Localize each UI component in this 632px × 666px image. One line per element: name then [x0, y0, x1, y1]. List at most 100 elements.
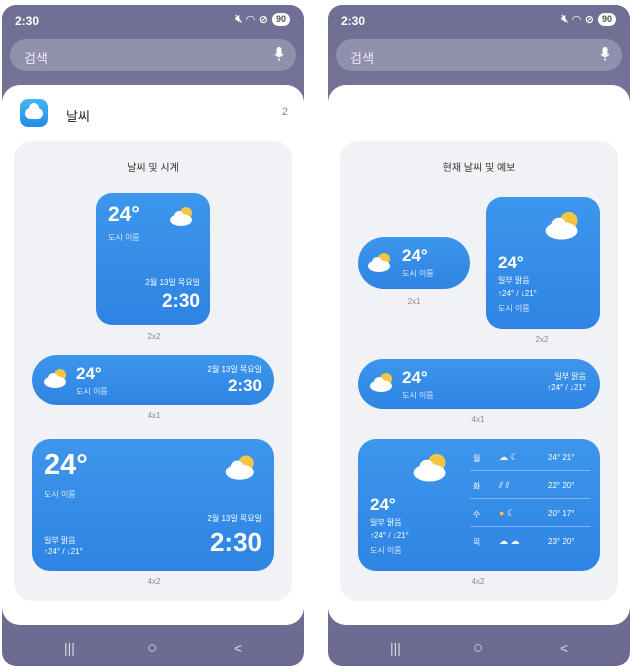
- app-header[interactable]: 날씨 2: [14, 95, 292, 131]
- widget-sheet: 현재 날씨 및 예보 24° 도시 이름 2x1 24° 일부 맑음 ↑24° …: [328, 85, 630, 625]
- widget-current-4x1[interactable]: 24° 도시 이름 일부 맑음 ↑24° / ↓21°: [358, 359, 600, 409]
- cloudy-icon: ☁︎ ☁︎: [499, 536, 520, 546]
- widget-weather-clock-2x2[interactable]: 24° 도시 이름 2월 13일 목요일 2:30: [96, 193, 210, 325]
- widget-sheet: 날씨 2 날씨 및 시계 24° 도시 이름 2월 13일 목요일 2:30 2…: [2, 85, 304, 625]
- widget-current-2x2[interactable]: 24° 일부 맑음 ↑24° / ↓21° 도시 이름: [486, 197, 600, 329]
- search-bar[interactable]: 검색: [336, 39, 622, 71]
- temperature: 24°: [402, 246, 428, 265]
- battery-indicator: 90: [271, 13, 290, 26]
- forecast-day: 목: [473, 538, 481, 547]
- panel-title: 현재 날씨 및 예보: [442, 163, 516, 174]
- widget-panel-current-forecast: 현재 날씨 및 예보 24° 도시 이름 2x1 24° 일부 맑음 ↑24° …: [340, 141, 618, 601]
- widget-weather-clock-4x1[interactable]: 24° 도시 이름 2월 13일 목요일 2:30: [32, 355, 274, 405]
- condition-label: 일부 맑음: [554, 372, 586, 381]
- partly-cloudy-icon: [44, 369, 66, 388]
- forecast-temps: 24° 21°: [548, 453, 575, 462]
- forecast-row: 월 ☁︎ ☾ 24° 21°: [473, 452, 593, 467]
- size-label-4x2: 4x2: [147, 577, 161, 586]
- clock-time: 2:30: [209, 527, 262, 557]
- battery-indicator: 90: [597, 13, 616, 26]
- forecast-temps: 23° 20°: [548, 537, 575, 546]
- divider: [470, 470, 590, 471]
- temperature: 24°: [402, 368, 428, 387]
- partly-cloudy-icon: [545, 211, 578, 240]
- partly-cloudy-icon: [170, 207, 192, 226]
- temperature: 24°: [76, 364, 102, 383]
- navigation-bar: ||| ○ <: [328, 630, 630, 666]
- navigation-bar: ||| ○ <: [2, 630, 304, 666]
- microphone-icon[interactable]: [600, 47, 610, 62]
- temperature: 24°: [498, 253, 524, 272]
- hi-lo-label: ↑24° / ↓21°: [370, 531, 409, 540]
- panel-title: 날씨 및 시계: [127, 163, 179, 174]
- widget-weather-clock-4x2[interactable]: 24° 도시 이름 일부 맑음 ↑24° / ↓21° 2월 13일 목요일 2…: [32, 439, 274, 571]
- weather-app-icon: [20, 99, 48, 127]
- forecast-row: 화 ⫽ ⫽ 22° 20°: [473, 480, 593, 495]
- size-label-2x1: 2x1: [407, 297, 421, 306]
- mute-icon: 🔇︎: [561, 13, 569, 25]
- search-bar[interactable]: 검색: [10, 39, 296, 71]
- partly-cloudy-icon: [368, 253, 390, 272]
- divider: [470, 498, 590, 499]
- date-label: 2월 13일 목요일: [207, 514, 262, 523]
- divider: [470, 526, 590, 527]
- temperature: 24°: [370, 495, 396, 514]
- dnd-icon: ⊘: [258, 14, 268, 26]
- condition-label: 일부 맑음: [498, 276, 530, 285]
- forecast-temps: 20° 17°: [548, 509, 575, 518]
- clock-time: 2:30: [227, 376, 262, 395]
- back-button[interactable]: <: [560, 640, 568, 656]
- city-name: 도시 이름: [402, 269, 434, 278]
- hi-lo-label: ↑24° / ↓21°: [498, 289, 537, 298]
- dnd-icon: ⊘: [584, 14, 594, 26]
- clock-time: 2:30: [161, 291, 200, 312]
- temperature: 24°: [44, 449, 88, 481]
- recents-button[interactable]: |||: [390, 640, 401, 656]
- microphone-icon[interactable]: [274, 47, 284, 62]
- forecast-temps: 22° 20°: [548, 481, 575, 490]
- partly-cloudy-icon: [413, 453, 446, 482]
- forecast-day: 월: [473, 454, 481, 463]
- city-name: 도시 이름: [44, 490, 76, 499]
- condition-label: 일부 맑음: [44, 536, 76, 545]
- widget-count: 2: [281, 106, 288, 118]
- search-placeholder: 검색: [350, 51, 374, 66]
- app-name: 날씨: [66, 109, 90, 124]
- rain-icon: ⫽ ⫽: [499, 480, 510, 490]
- forecast-day: 수: [473, 510, 481, 519]
- size-label-2x2: 2x2: [535, 335, 549, 344]
- city-name: 도시 이름: [76, 387, 108, 396]
- phone-screen-right: 2:30 🔇︎ ◠ ⊘ 90 검색 현재 날씨 및 예보 24° 도시 이름 2…: [328, 5, 630, 666]
- widget-forecast-4x2[interactable]: 24° 일부 맑음 ↑24° / ↓21° 도시 이름 월 ☁︎ ☾ 24° 2…: [358, 439, 600, 571]
- search-placeholder: 검색: [24, 51, 48, 66]
- city-name: 도시 이름: [402, 391, 434, 400]
- city-name: 도시 이름: [370, 546, 402, 555]
- partly-cloudy-icon: [225, 455, 254, 480]
- size-label-2x2: 2x2: [147, 332, 161, 341]
- date-label: 2월 13일 목요일: [145, 278, 200, 287]
- size-label-4x1: 4x1: [471, 415, 485, 424]
- status-icons: 🔇︎ ◠ ⊘ 90: [561, 13, 616, 26]
- hi-lo-label: ↑24° / ↓21°: [547, 383, 586, 392]
- partly-cloudy-icon: [370, 373, 392, 392]
- size-label-4x1: 4x1: [147, 411, 161, 420]
- mute-icon: 🔇︎: [235, 13, 243, 25]
- widget-current-2x1[interactable]: 24° 도시 이름: [358, 237, 470, 289]
- status-bar: 2:30 🔇︎ ◠ ⊘ 90: [2, 5, 304, 35]
- sun-icon: ● ☾: [499, 508, 516, 518]
- status-time: 2:30: [341, 14, 366, 28]
- condition-label: 일부 맑음: [370, 518, 402, 527]
- city-name: 도시 이름: [498, 304, 530, 313]
- size-label-4x2: 4x2: [471, 577, 485, 586]
- status-icons: 🔇︎ ◠ ⊘ 90: [235, 13, 290, 26]
- recents-button[interactable]: |||: [64, 640, 75, 656]
- forecast-day: 화: [473, 482, 481, 491]
- wifi-icon: ◠: [572, 14, 581, 26]
- forecast-row: 목 ☁︎ ☁︎ 23° 20°: [473, 536, 593, 551]
- home-button[interactable]: ○: [147, 638, 157, 658]
- home-button[interactable]: ○: [473, 638, 483, 658]
- date-label: 2월 13일 목요일: [207, 365, 262, 374]
- wifi-icon: ◠: [246, 14, 255, 26]
- widget-panel-weather-clock: 날씨 및 시계 24° 도시 이름 2월 13일 목요일 2:30 2x2 24…: [14, 141, 292, 601]
- back-button[interactable]: <: [234, 640, 242, 656]
